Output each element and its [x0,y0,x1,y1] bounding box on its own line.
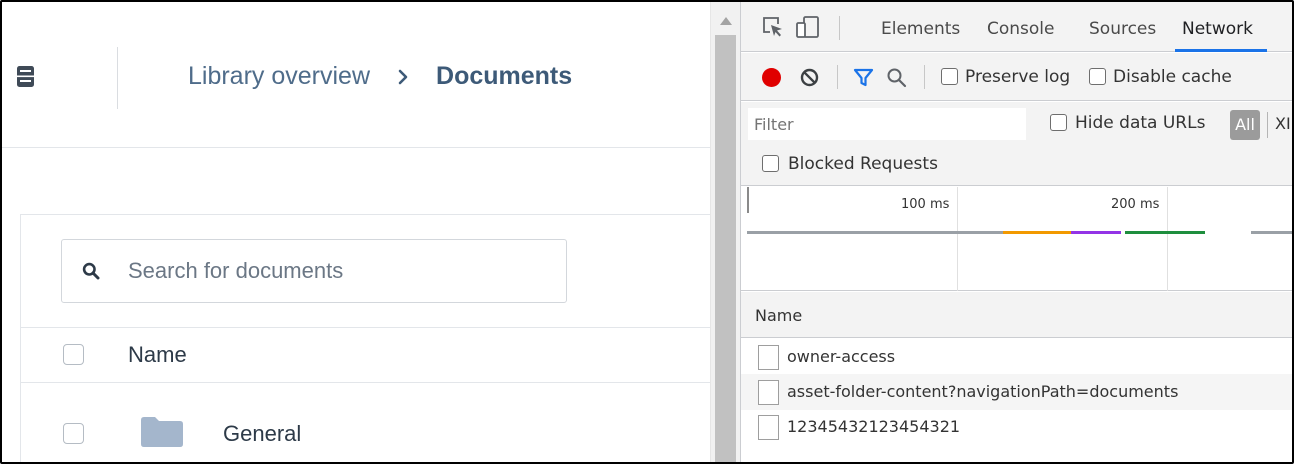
chevron-right-icon [398,69,408,84]
timeline-gridline [1167,187,1168,291]
timeline-tick-200ms: 200 ms [1111,197,1160,212]
app-scrollbar[interactable] [710,2,740,462]
active-tab-indicator [1175,49,1267,52]
preserve-log-label: Preserve log [965,67,1071,87]
disable-cache-label: Disable cache [1113,67,1232,87]
network-toolbar: Preserve log Disable cache [741,53,1292,101]
hide-data-urls-label: Hide data URLs [1075,113,1206,133]
clear-icon[interactable] [799,67,820,88]
request-name[interactable]: asset-folder-content?navigationPath=docu… [787,382,1178,401]
app-header: Library overview Documents [2,2,710,148]
library-app: Library overview Documents Name [2,2,711,462]
tab-console[interactable]: Console [987,19,1055,39]
scroll-up-arrow-icon[interactable] [720,17,732,25]
request-name[interactable]: 12345432123454321 [787,417,960,436]
devtools-panel: Elements Console Sources Network Preserv… [740,2,1292,462]
request-row[interactable]: 12345432123454321 [741,409,1292,445]
filter-input[interactable] [748,108,1026,140]
search-box [61,239,567,303]
documents-panel: Name General [20,214,711,462]
column-header-request-name[interactable]: Name [755,306,802,325]
hide-data-urls-checkbox[interactable] [1050,114,1067,131]
network-overview[interactable]: 100 ms 200 ms [741,187,1292,291]
timeline-bar-orange [1003,231,1071,234]
disable-cache-checkbox[interactable] [1089,68,1106,85]
blocked-requests-checkbox[interactable] [762,155,779,172]
tab-sources[interactable]: Sources [1089,19,1156,39]
blocked-requests-bar: Blocked Requests [741,146,1292,186]
table-row[interactable]: General [21,383,711,462]
tab-elements[interactable]: Elements [881,19,960,39]
breadcrumb-library-overview[interactable]: Library overview [188,62,370,91]
timeline-bar-purple [1071,231,1121,234]
overview-window-handle[interactable] [747,187,749,213]
type-filter-xhr[interactable]: XI [1275,114,1291,133]
toolbar-divider [837,65,838,89]
blocked-requests-label: Blocked Requests [788,154,938,174]
devtools-tab-bar: Elements Console Sources Network [741,2,1292,52]
breadcrumb-current-documents: Documents [436,62,573,90]
timeline-bar-grey [1251,231,1292,234]
toolbar-divider [924,65,925,89]
tab-bar-divider [839,16,840,40]
search-input[interactable] [128,240,548,302]
timeline-tick-100ms: 100 ms [901,197,950,212]
request-row[interactable]: asset-folder-content?navigationPath=docu… [741,374,1292,410]
folder-icon [141,417,183,447]
request-name[interactable]: owner-access [787,347,895,366]
preserve-log-checkbox[interactable] [941,68,958,85]
table-header: Name [21,327,711,383]
type-filter-divider [1267,112,1268,138]
search-network-icon[interactable] [886,67,907,88]
row-checkbox[interactable] [63,423,84,444]
document-icon [758,380,779,405]
screenshot-frame: Library overview Documents Name [0,0,1294,464]
request-row[interactable]: owner-access [741,339,1292,375]
document-icon [758,345,779,370]
filter-icon[interactable] [853,67,874,88]
timeline-gridline [957,187,958,291]
device-toolbar-icon[interactable] [796,16,820,38]
row-name[interactable]: General [223,421,301,447]
library-icon[interactable] [17,66,34,87]
select-all-checkbox[interactable] [63,344,84,365]
search-icon [82,262,100,280]
column-header-name[interactable]: Name [128,342,187,368]
timeline-bar-green [1125,231,1205,234]
document-icon [758,415,779,440]
type-filter-all[interactable]: All [1230,110,1260,140]
header-divider [117,47,118,109]
requests-table-header: Name [741,292,1292,338]
inspect-element-icon[interactable] [762,16,784,38]
scrollbar-thumb[interactable] [715,35,736,462]
breadcrumb: Library overview Documents [188,62,572,91]
filter-bar: Hide data URLs All XI [741,102,1292,146]
timeline-bar-waiting [747,231,1003,234]
record-icon[interactable] [762,68,781,87]
tab-network[interactable]: Network [1182,19,1253,39]
